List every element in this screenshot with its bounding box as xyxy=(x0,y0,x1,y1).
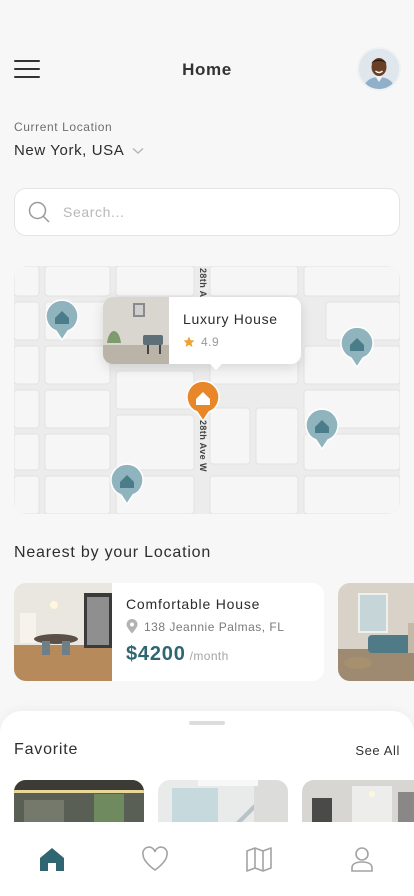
heart-icon xyxy=(142,846,169,871)
tab-map[interactable] xyxy=(207,822,311,896)
search-input[interactable] xyxy=(63,204,363,220)
current-location-label: Current Location xyxy=(14,120,113,134)
avatar[interactable] xyxy=(357,47,401,91)
street-label: 28th Ave W xyxy=(198,420,208,472)
property-image xyxy=(14,583,112,681)
nearest-property-card[interactable]: Comfortable House 138 Jeannie Palmas, FL… xyxy=(14,583,324,681)
map-pin[interactable] xyxy=(110,463,144,505)
tab-favorites[interactable] xyxy=(104,822,208,896)
tab-bar xyxy=(0,822,414,896)
tab-profile[interactable] xyxy=(311,822,414,896)
star-icon xyxy=(183,336,195,347)
search-bar[interactable] xyxy=(14,188,400,236)
address-text: 138 Jeannie Palmas, FL xyxy=(144,619,285,634)
property-popup[interactable]: Luxury House 4.9 xyxy=(103,297,301,370)
property-price: $4200 xyxy=(126,643,186,665)
user-icon xyxy=(351,847,374,872)
property-address: 138 Jeannie Palmas, FL xyxy=(126,619,284,634)
property-image xyxy=(338,583,414,681)
home-screen: Home Current Location New York, USA Sear… xyxy=(0,0,414,896)
popup-pointer xyxy=(209,363,223,370)
map-pin[interactable] xyxy=(45,299,79,341)
location-value: New York, USA xyxy=(14,142,125,159)
price-unit: /month xyxy=(189,649,229,663)
see-all-link[interactable]: See All xyxy=(355,743,400,758)
chevron-down-icon xyxy=(132,147,144,154)
sheet-drag-handle[interactable] xyxy=(189,721,225,725)
map-view[interactable]: 28th Ave W 28th Ave W Luxury House 4.9 xyxy=(14,266,400,514)
tab-home[interactable] xyxy=(0,822,104,896)
popup-rating: 4.9 xyxy=(183,335,278,349)
map-pin[interactable] xyxy=(305,408,339,450)
nearest-property-card-next[interactable] xyxy=(338,583,414,681)
popup-title: Luxury House xyxy=(183,311,278,327)
location-pin-icon xyxy=(126,619,138,634)
search-icon xyxy=(28,201,50,223)
favorite-title: Favorite xyxy=(14,741,79,758)
location-selector[interactable]: New York, USA xyxy=(14,142,144,159)
map-icon xyxy=(245,847,272,872)
property-name: Comfortable House xyxy=(126,596,261,612)
home-icon xyxy=(39,848,64,871)
page-title: Home xyxy=(182,60,232,79)
map-pin-active[interactable] xyxy=(186,380,220,422)
property-thumbnail xyxy=(103,297,169,364)
rating-value: 4.9 xyxy=(201,335,220,349)
nearest-section-title: Nearest by your Location xyxy=(14,544,212,561)
map-pin[interactable] xyxy=(340,326,374,368)
